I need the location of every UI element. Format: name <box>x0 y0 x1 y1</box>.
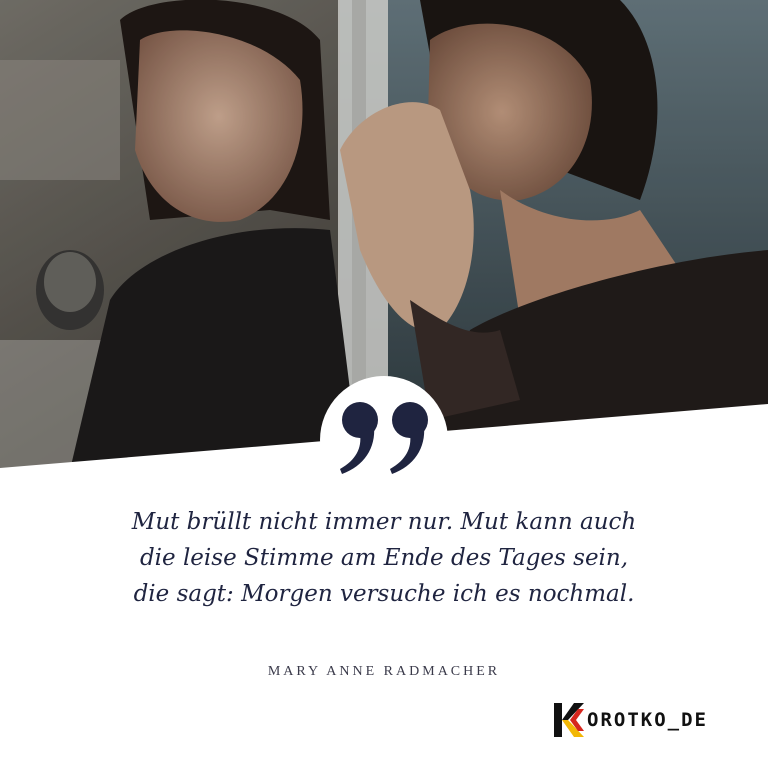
quote-line-1: Mut brüllt nicht immer nur. Mut kann auc… <box>131 509 637 535</box>
quote-line-2: die leise Stimme am Ende des Tages sein, <box>139 545 629 571</box>
quote-text: Mut brüllt nicht immer nur. Mut kann auc… <box>40 504 728 612</box>
brand-logo-text: OROTKO_DE <box>587 709 708 731</box>
korotko-k-logo-icon <box>554 703 584 737</box>
double-quote-icon <box>322 376 446 476</box>
quote-line-3: die sagt: Morgen versuche ich es nochmal… <box>133 581 635 607</box>
brand-logo: OROTKO_DE <box>554 703 708 737</box>
quote-card: Mut brüllt nicht immer nur. Mut kann auc… <box>0 0 768 768</box>
quote-author: MARY ANNE RADMACHER <box>267 664 501 679</box>
